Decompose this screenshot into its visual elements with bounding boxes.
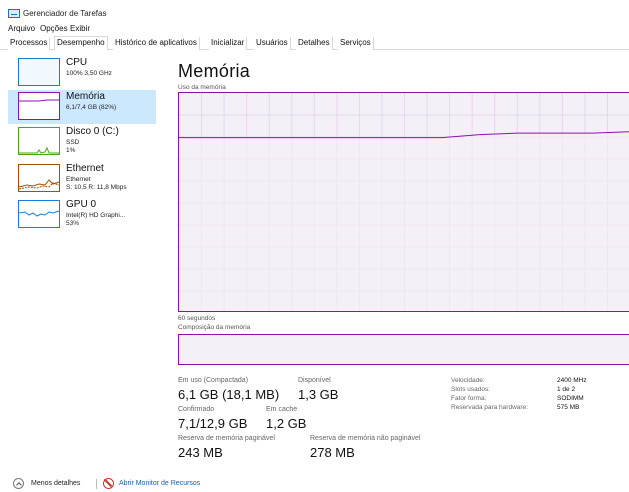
sidebar-item-memoria[interactable]: Memória 6,1/7,4 GB (82%) [8, 90, 156, 124]
resource-monitor-icon[interactable] [103, 478, 114, 489]
spec-label-hardware-reserved: Reservada para hardware: [451, 404, 528, 411]
memory-usage-svg [179, 93, 629, 311]
cached-label: Em cache [266, 406, 298, 413]
composition-label: Composição da memória [178, 324, 251, 331]
paged-pool-value: 243 MB [178, 445, 223, 460]
spec-label-form-factor: Fator forma: [451, 395, 487, 402]
spec-value-form-factor: SODIMM [557, 395, 584, 402]
window-title: Gerenciador de Tarefas [23, 9, 107, 18]
chevron-up-icon[interactable] [13, 478, 24, 489]
memory-thumbnail [18, 92, 60, 120]
time-span-label: 60 segundos [178, 315, 216, 322]
menu-arquivo[interactable]: Arquivo [8, 24, 35, 33]
nonpaged-pool-label: Reserva de memória não paginável [310, 435, 421, 442]
sidebar-item-title: CPU [66, 57, 88, 68]
tab-inicializar[interactable]: Inicializar [209, 37, 248, 50]
sidebar-item-sub: Intel(R) HD Graphi... [66, 212, 126, 219]
divider [96, 479, 97, 489]
tab-detalhes[interactable]: Detalhes [296, 37, 333, 50]
open-resource-monitor-link[interactable]: Abrir Monitor de Recursos [119, 480, 200, 487]
menu-exibir[interactable]: Exibir [70, 24, 90, 33]
tab-servicos[interactable]: Serviços [338, 37, 374, 50]
title-bar: Gerenciador de Tarefas [0, 0, 629, 22]
spec-label-speed: Velocidade: [451, 377, 485, 384]
sidebar-item-sub: SSD [66, 139, 80, 146]
sidebar-item-sub2: S: 10,5 R: 11,8 Mbps [66, 184, 127, 191]
tab-processos[interactable]: Processos [8, 37, 51, 50]
menu-opcoes[interactable]: Opções [40, 24, 68, 33]
spec-value-hardware-reserved: 575 MB [557, 404, 580, 411]
memory-composition-bar [178, 334, 629, 365]
sidebar-item-sub: Ethernet [66, 176, 91, 183]
available-value: 1,3 GB [298, 387, 339, 402]
ethernet-thumbnail [18, 164, 60, 192]
cached-value: 1,2 GB [266, 416, 307, 431]
spec-value-slots: 1 de 2 [557, 386, 576, 393]
page-title: Memória [178, 61, 251, 81]
gpu-thumbnail [18, 200, 60, 228]
in-use-value: 6,1 GB (18,1 MB) [178, 387, 280, 402]
tab-bar: Processos Desempenho Histórico de aplica… [0, 36, 629, 51]
cpu-thumbnail [18, 58, 60, 86]
sidebar-item-gpu[interactable]: GPU 0 Intel(R) HD Graphi... 53% [8, 198, 156, 232]
available-label: Disponível [298, 377, 331, 384]
memory-usage-area [179, 131, 629, 311]
usage-chart-label: Uso da memória [178, 84, 226, 91]
sidebar-item-title: Disco 0 (C:) [66, 126, 119, 137]
sidebar-item-title: Memória [66, 91, 105, 102]
sidebar-item-cpu[interactable]: CPU 100% 3,50 GHz [8, 56, 156, 90]
sidebar-item-ethernet[interactable]: Ethernet Ethernet S: 10,5 R: 11,8 Mbps [8, 162, 156, 196]
spec-label-slots: Slots usados: [451, 386, 491, 393]
memory-usage-chart [178, 92, 629, 312]
sidebar-item-sub: 100% 3,50 GHz [66, 70, 112, 77]
sidebar-item-sub: 6,1/7,4 GB (82%) [66, 104, 117, 111]
committed-value: 7,1/12,9 GB [178, 416, 248, 431]
nonpaged-pool-value: 278 MB [310, 445, 355, 460]
sidebar-item-sub2: 53% [66, 220, 80, 227]
sidebar-item-title: GPU 0 [66, 199, 97, 210]
committed-label: Confirmado [178, 406, 215, 413]
disk-thumbnail [18, 127, 60, 155]
spec-value-speed: 2400 MHz [557, 377, 587, 384]
bottom-bar: Menos detalhes Abrir Monitor de Recursos [0, 476, 629, 492]
sidebar-item-sub2: 1% [66, 147, 76, 154]
tab-usuarios[interactable]: Usuários [254, 37, 291, 50]
tab-historico[interactable]: Histórico de aplicativos [113, 37, 200, 50]
in-use-label: Em uso (Compactada) [178, 377, 249, 384]
paged-pool-label: Reserva de memória paginável [178, 435, 275, 442]
menu-bar: Arquivo Opções Exibir [0, 22, 629, 35]
task-manager-icon [8, 9, 20, 18]
fewer-details-link[interactable]: Menos detalhes [31, 480, 80, 487]
tab-desempenho[interactable]: Desempenho [54, 36, 108, 51]
sidebar-item-title: Ethernet [66, 163, 104, 174]
sidebar-item-disco[interactable]: Disco 0 (C:) SSD 1% [8, 125, 156, 159]
